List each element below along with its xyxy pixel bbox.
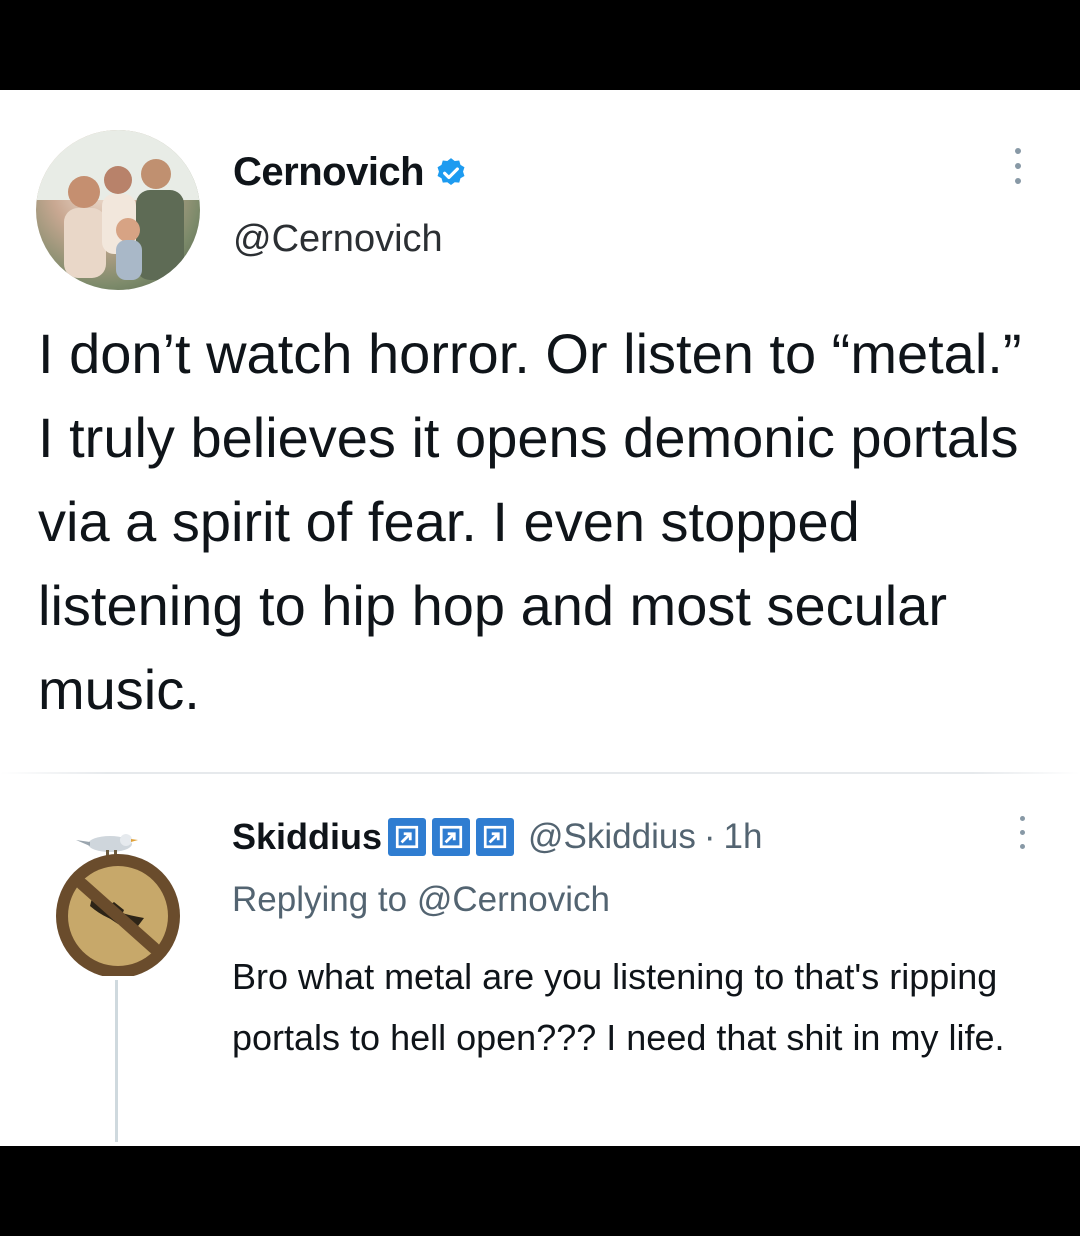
replying-to: Replying to @Cernovich	[232, 880, 610, 920]
skiddius-avatar[interactable]	[40, 806, 196, 978]
replying-mention-link[interactable]: @Cernovich	[417, 880, 610, 919]
family-photo-icon	[36, 130, 200, 280]
external-link-badge-icon	[388, 818, 427, 856]
reply-author-row: Skiddius @Skiddius · 1h	[232, 816, 762, 858]
reply-more-options-icon[interactable]	[1012, 816, 1032, 866]
replying-prefix: Replying to	[232, 880, 408, 919]
external-link-badge-icon	[476, 818, 515, 856]
cernovich-avatar[interactable]	[36, 130, 200, 290]
reply-text: Bro what metal are you listening to that…	[232, 956, 1005, 1058]
reply-timestamp[interactable]: 1h	[724, 817, 763, 857]
reply-author-name[interactable]: Skiddius	[232, 816, 382, 858]
thread-line	[115, 980, 118, 1142]
more-options-icon[interactable]	[1008, 148, 1028, 198]
verified-badge-icon	[437, 157, 465, 185]
author-row: Cernovich	[233, 150, 468, 195]
reply-author-handle[interactable]: @Skiddius	[528, 817, 696, 857]
external-link-badge-icon	[432, 818, 471, 856]
author-name[interactable]: Cernovich	[233, 150, 425, 195]
tweet-text: I don’t watch horror. Or listen to “meta…	[38, 322, 1022, 721]
author-handle[interactable]: @Cernovich	[233, 218, 443, 261]
no-birds-sign-icon	[46, 832, 190, 978]
separator-dot: ·	[703, 817, 716, 856]
divider	[0, 772, 1080, 774]
